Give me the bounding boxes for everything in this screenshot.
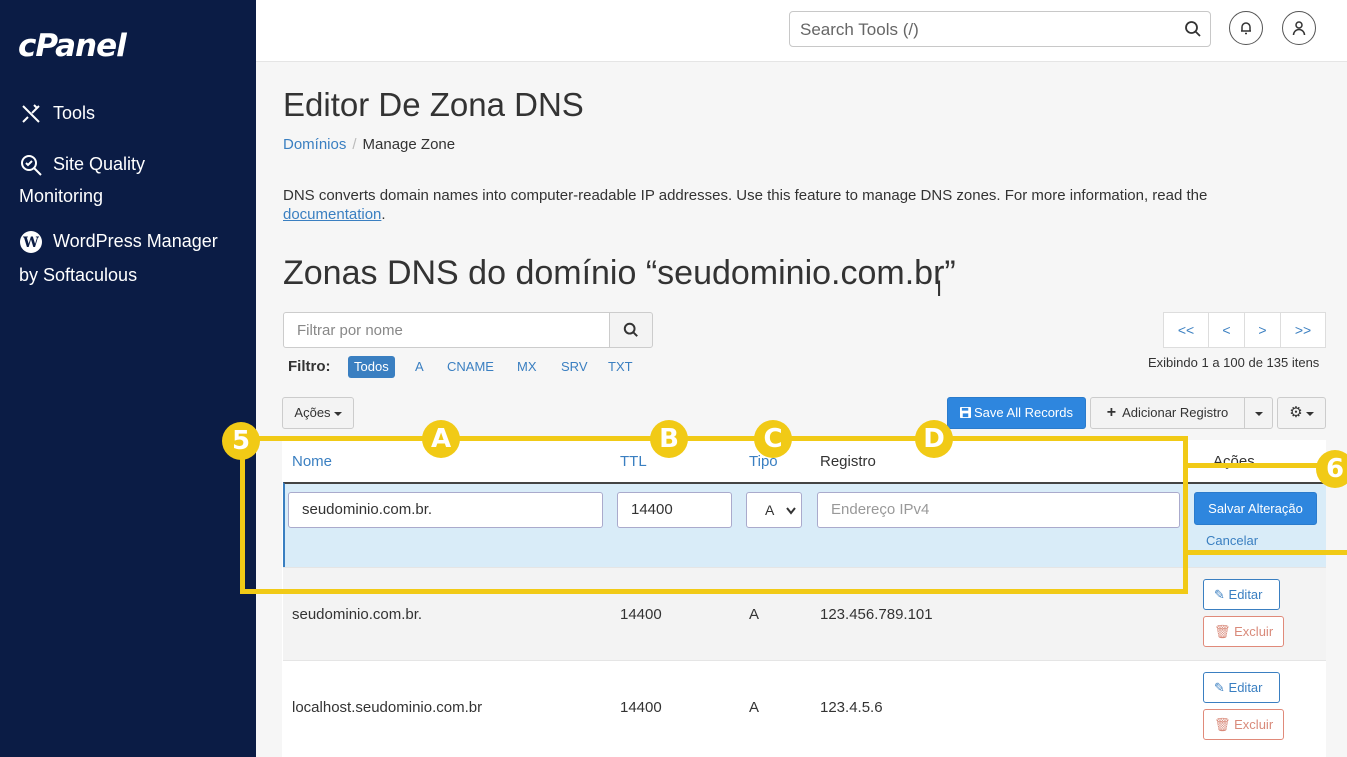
cell-ttl: 14400 (620, 699, 662, 716)
add-record-dropdown-button[interactable] (1244, 397, 1273, 429)
pencil-icon: ✎ (1214, 587, 1225, 602)
bell-icon (1241, 22, 1251, 35)
pager-last-button[interactable]: >> (1280, 312, 1326, 348)
pager-next-button[interactable]: > (1244, 312, 1281, 348)
page-description: DNS converts domain names into computer-… (283, 186, 1303, 224)
pager-prev-button[interactable]: < (1208, 312, 1245, 348)
cell-type: A (749, 699, 760, 716)
sidebar-item-label-cont[interactable]: by Softaculous (19, 259, 137, 291)
cell-ttl: 14400 (620, 606, 662, 623)
sidebar-item-label: WordPress Manager (53, 231, 218, 251)
site-quality-icon (21, 155, 42, 176)
delete-label: Excluir (1234, 624, 1274, 639)
filter-tab-srv[interactable]: SRV (555, 356, 594, 378)
chevron-down-icon (1305, 411, 1314, 416)
sidebar-item-label: Site Quality (53, 154, 146, 174)
edit-button[interactable]: ✎ Editar (1203, 672, 1280, 703)
search-icon (1185, 21, 1201, 37)
cell-name: localhost.seudominio.com.br (292, 699, 483, 716)
cell-record: 123.4.5.6 (820, 699, 883, 716)
tools-icon (22, 104, 40, 123)
filter-input[interactable]: Filtrar por nome (283, 312, 610, 348)
topbar: Search Tools (/) (256, 0, 1347, 62)
search-tools-input[interactable]: Search Tools (/) (789, 11, 1211, 47)
annotation-badge-c: C (754, 420, 792, 458)
cell-record: 123.456.789.101 (820, 606, 933, 623)
add-record-label: Adicionar Registro (1122, 405, 1229, 420)
chevron-down-icon (333, 411, 342, 416)
sidebar-item-label: Tools (53, 103, 96, 123)
filter-label: Filtro: (288, 358, 331, 375)
cell-name: seudominio.com.br. (292, 606, 423, 623)
breadcrumb-link-domains[interactable]: Domínios (283, 136, 346, 153)
add-record-button[interactable]: + Adicionar Registro (1090, 397, 1245, 429)
trash-icon: 🗑 (1214, 717, 1231, 732)
edit-button[interactable]: ✎ Editar (1203, 579, 1280, 610)
filter-search-button[interactable] (609, 312, 653, 348)
description-text: DNS converts domain names into computer-… (283, 187, 1208, 204)
description-period: . (381, 206, 386, 223)
sidebar-item-wordpress[interactable]: W WordPress Manager (19, 225, 218, 257)
annotation-badge-a: A (422, 420, 460, 458)
notifications-button[interactable] (1229, 11, 1263, 45)
cpanel-logo[interactable]: cPanel (18, 28, 127, 64)
pencil-icon: ✎ (1214, 680, 1225, 695)
gear-icon: ⚙ (1289, 404, 1303, 421)
table-row: localhost.seudominio.com.br 14400 A 123.… (283, 660, 1326, 753)
save-all-records-button[interactable]: Save All Records (947, 397, 1086, 429)
delete-button[interactable]: 🗑 Excluir (1203, 616, 1284, 647)
edit-label: Editar (1228, 680, 1263, 695)
annotation-badge-5: 5 (222, 422, 260, 460)
filter-tab-todos[interactable]: Todos (348, 356, 395, 378)
delete-button[interactable]: 🗑 Excluir (1203, 709, 1284, 740)
filter-tab-cname[interactable]: CNAME (441, 356, 500, 378)
annotation-badge-b: B (650, 420, 688, 458)
breadcrumb-separator: / (352, 136, 357, 153)
cell-type: A (749, 606, 760, 623)
delete-label: Excluir (1234, 717, 1274, 732)
documentation-link[interactable]: documentation (283, 206, 381, 223)
breadcrumb-current: Manage Zone (362, 136, 456, 153)
plus-icon: + (1106, 404, 1117, 421)
user-button[interactable] (1282, 11, 1316, 45)
user-icon (1292, 21, 1306, 36)
svg-text:W: W (22, 235, 39, 251)
filter-tab-txt[interactable]: TXT (602, 356, 639, 378)
sidebar-item-site-quality[interactable]: Site Quality (19, 148, 145, 180)
save-all-label: Save All Records (974, 405, 1073, 420)
sidebar-item-tools[interactable]: Tools (19, 97, 95, 129)
pager-first-button[interactable]: << (1163, 312, 1209, 348)
annotation-badge-d: D (915, 420, 953, 458)
search-placeholder: Search Tools (/) (800, 20, 919, 39)
wordpress-icon: W (20, 231, 42, 254)
search-icon (623, 322, 638, 337)
filter-placeholder: Filtrar por nome (297, 322, 403, 339)
edit-label: Editar (1228, 587, 1263, 602)
text-cursor-icon: I (936, 276, 943, 301)
chevron-down-icon (1254, 411, 1263, 416)
filter-tab-mx[interactable]: MX (511, 356, 543, 378)
annotation-box-5 (240, 436, 1188, 594)
zone-title: Zonas DNS do domínio “seudominio.com.br” (283, 254, 956, 292)
filter-tab-a[interactable]: A (409, 356, 430, 378)
annotation-badge-6: 6 (1316, 450, 1347, 488)
breadcrumb: Domínios / Manage Zone (283, 136, 455, 153)
settings-dropdown-button[interactable]: ⚙ (1277, 397, 1326, 429)
actions-label: Ações (294, 405, 331, 420)
trash-icon: 🗑 (1214, 624, 1231, 639)
pager-status: Exibindo 1 a 100 de 135 itens (1148, 355, 1320, 370)
actions-dropdown-button[interactable]: Ações (282, 397, 354, 429)
sidebar-item-label-cont[interactable]: Monitoring (19, 180, 103, 212)
sidebar: cPanel Tools Site Quality Monitoring W W… (0, 0, 256, 757)
page-title: Editor De Zona DNS (283, 86, 584, 123)
save-icon (960, 407, 971, 418)
